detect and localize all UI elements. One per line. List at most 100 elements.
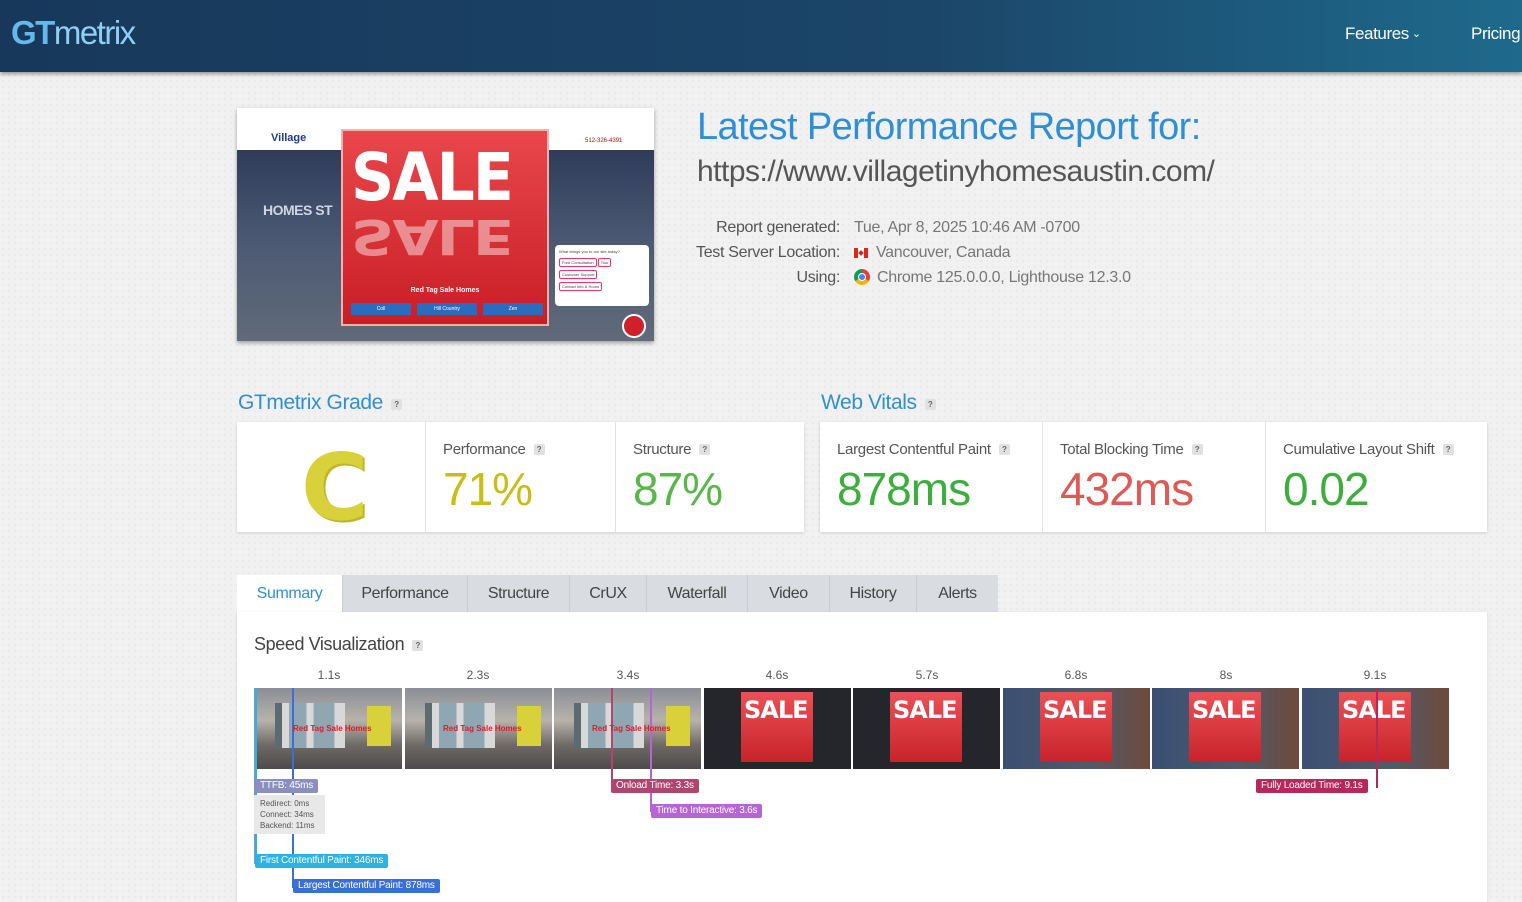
vitals-title-text: Web Vitals [821,391,917,414]
canada-flag-icon [854,248,868,258]
close-icon: × [552,128,558,138]
using-value: Chrome 125.0.0.0, Lighthouse 12.3.0 [877,269,1131,286]
chrome-icon [854,269,870,285]
tbt-cell: Total Blocking Time? 432ms [1042,422,1265,532]
tab-history[interactable]: History [830,575,917,612]
cls-label: Cumulative Layout Shift? [1283,441,1454,458]
lcp-label-text: Largest Contentful Paint [837,441,991,458]
sale-text: SALE [351,139,514,217]
performance-value: 71% [443,463,533,515]
frame-time: 6.8s [1064,668,1088,682]
tbt-label: Total Blocking Time? [1060,441,1203,458]
screenshot-brand: Village [271,132,307,144]
cls-label-text: Cumulative Layout Shift [1283,441,1435,458]
filmstrip-frame[interactable]: SALE [1003,688,1150,769]
ttfb-tag: TTFB: 45ms [255,779,319,793]
filmstrip-frame[interactable]: Red Tag Sale Homes [554,688,701,769]
top-navbar: GTmetrix Features ⌄ Pricing [0,0,1522,72]
tab-video[interactable]: Video [748,575,830,612]
popup-buttons: Coll Hill Country Zen [351,303,543,315]
frame-sale-popup: SALE [1339,692,1411,762]
logo-metrix: metrix [53,14,136,51]
frame-sale-text: SALE [1192,696,1257,724]
tab-performance[interactable]: Performance [343,575,468,612]
tab-waterfall[interactable]: Waterfall [647,575,748,612]
tab-alerts[interactable]: Alerts [917,575,998,612]
fcp-tag: First Contentful Paint: 346ms [255,854,389,868]
filmstrip-frame[interactable]: SALE [853,688,1000,769]
frame-sale-popup: SALE [741,692,813,762]
grade-card: C Performance? 71% Structure? 87% [237,422,804,541]
grade-letter: C [301,434,369,541]
fcp-marker [255,688,257,864]
gtmetrix-grade-title: GTmetrix Grade? [238,391,402,415]
help-icon[interactable]: ? [412,640,424,651]
help-icon[interactable]: ? [998,444,1010,455]
structure-label-text: Structure [633,441,692,458]
generated-value: Tue, Apr 8, 2025 10:46 AM -0700 [854,219,1080,236]
tti-marker [650,688,652,812]
filmstrip-frame[interactable]: SALE [704,688,851,769]
gtmetrix-logo[interactable]: GTmetrix [11,14,136,52]
frame-time: 8s [1219,668,1233,682]
help-icon[interactable]: ? [1442,444,1454,455]
filmstrip-frame[interactable]: SALE [1152,688,1299,769]
help-icon[interactable]: ? [924,399,936,410]
frame-time: 5.7s [915,668,939,682]
structure-value: 87% [633,463,723,515]
frame-sale-text: SALE [1342,696,1407,724]
frame-time: 9.1s [1363,668,1387,682]
performance-label: Performance? [443,441,545,458]
report-url: https://www.villagetinyhomesaustin.com/ [697,155,1215,188]
performance-label-text: Performance [443,441,526,458]
nav-pricing[interactable]: Pricing [1471,24,1521,44]
chatbot-icon [622,314,646,338]
fully-loaded-tag: Fully Loaded Time: 9.1s [1256,779,1368,793]
frame-time: 4.6s [765,668,789,682]
structure-cell: Structure? 87% [615,422,804,532]
frame-text: Red Tag Sale Homes [443,724,522,733]
lcp-label: Largest Contentful Paint? [837,441,1010,458]
ttfb-connect: Connect: 34ms [260,810,314,819]
popup-button: Coll [351,303,411,315]
report-title: Latest Performance Report for: [697,106,1201,148]
location-value: Vancouver, Canada [876,244,1011,261]
web-vitals-card: Largest Contentful Paint? 878ms Total Bl… [820,422,1487,532]
speed-visualization-title: Speed Visualization? [254,634,424,655]
help-icon[interactable]: ? [1191,444,1203,455]
tab-summary[interactable]: Summary [237,575,343,612]
tbt-label-text: Total Blocking Time [1060,441,1184,458]
filmstrip-frame[interactable]: Red Tag Sale Homes [405,688,552,769]
help-icon[interactable]: ? [699,444,711,455]
report-tabs: Summary Performance Structure CrUX Water… [237,575,998,612]
screenshot-phone: 512-326-4391 [585,138,623,144]
using-label: Using: [796,269,840,286]
frame-sale-text: SALE [893,696,958,724]
screenshot-hero-text: HOMES ST [263,202,333,218]
web-vitals-title: Web Vitals? [821,391,936,415]
location-label: Test Server Location: [696,244,840,261]
logo-gt: GT [11,14,55,51]
frame-sale-popup: SALE [890,692,962,762]
tab-crux[interactable]: CrUX [570,575,647,612]
frame-text: Red Tag Sale Homes [293,724,372,733]
ttfb-redirect: Redirect: 0ms [260,799,310,808]
tab-structure[interactable]: Structure [468,575,570,612]
help-icon[interactable]: ? [390,399,402,410]
help-icon[interactable]: ? [533,444,545,455]
onload-marker [611,688,613,788]
popup-button: Zen [483,303,543,315]
frame-sale-popup: SALE [1040,692,1112,762]
frame-time: 2.3s [466,668,490,682]
filmstrip-frame[interactable]: Red Tag Sale Homes [255,688,402,769]
frame-time: 3.4s [616,668,640,682]
lcp-value: 878ms [837,463,971,515]
tti-tag: Time to Interactive: 3.6s [651,804,763,818]
ttfb-backend: Backend: 11ms [260,821,315,830]
chevron-down-icon: ⌄ [1411,28,1421,40]
structure-label: Structure? [633,441,711,458]
nav-features[interactable]: Features ⌄ [1345,24,1421,44]
grade-title-text: GTmetrix Grade [238,391,383,414]
performance-cell: Performance? 71% [425,422,615,532]
meta-location: Test Server Location: Vancouver, Canada [0,244,1522,264]
